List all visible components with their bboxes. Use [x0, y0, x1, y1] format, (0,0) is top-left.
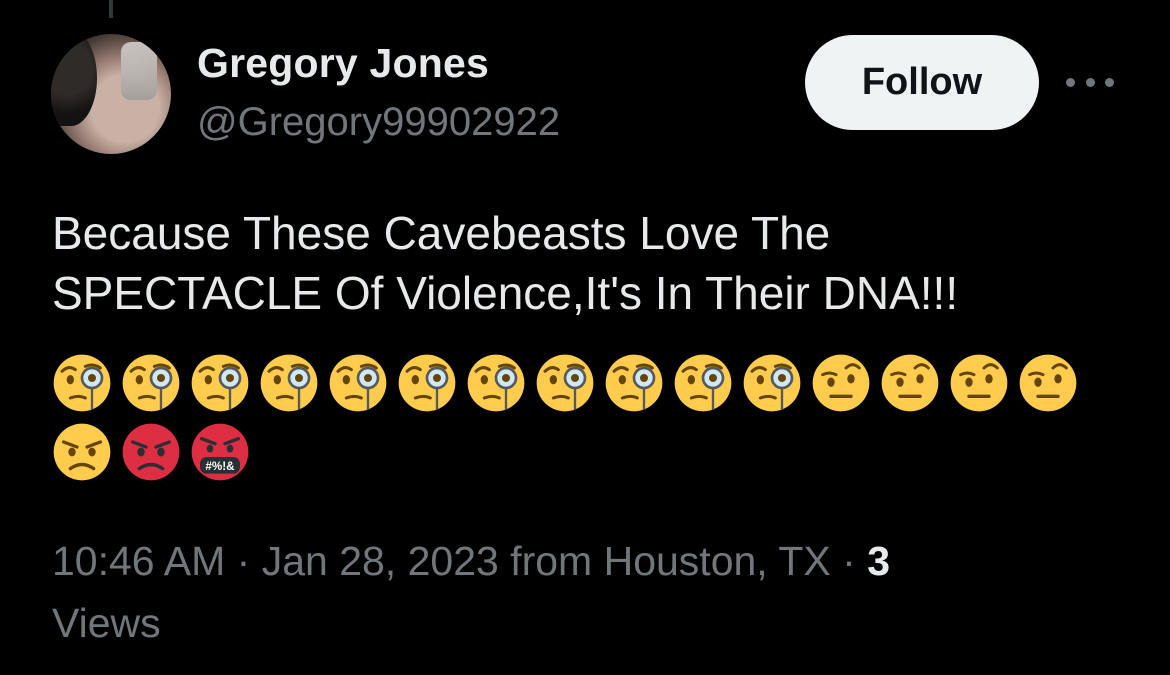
face-with-monocle-icon [743, 354, 801, 412]
emoji-row-2: #%!& [52, 422, 250, 482]
views-label: Views [52, 600, 161, 646]
meta-separator: · [236, 538, 251, 584]
follow-button[interactable]: Follow [805, 35, 1039, 130]
user-handle[interactable]: @Gregory99902922 [197, 100, 560, 145]
angry-face-icon [53, 423, 111, 481]
face-with-monocle-icon [260, 354, 318, 412]
tweet-text: Because These Cavebeasts Love The SPECTA… [52, 203, 1132, 323]
face-with-raised-eyebrow-icon [812, 354, 870, 412]
meta-separator: · [842, 538, 856, 584]
face-with-raised-eyebrow-icon [881, 354, 939, 412]
face-with-raised-eyebrow-icon [950, 354, 1008, 412]
more-horizontal-icon[interactable] [1066, 74, 1114, 90]
more-dot [1085, 77, 1095, 87]
more-dot [1066, 77, 1075, 87]
tweet-time[interactable]: 10:46 AM [52, 538, 225, 584]
face-with-monocle-icon [53, 354, 111, 412]
face-with-symbols-on-mouth-icon: #%!& [191, 423, 249, 481]
face-with-monocle-icon [398, 354, 456, 412]
views-count: 3 [867, 538, 891, 584]
face-with-monocle-icon [329, 354, 387, 412]
face-with-monocle-icon [191, 354, 249, 412]
pouting-face-icon [122, 423, 180, 481]
tweet-text-line-2: SPECTACLE Of Violence,It's In Their DNA!… [52, 267, 959, 319]
tweet-source-location: from Houston, TX [510, 538, 831, 584]
avatar-hair [51, 34, 97, 126]
tweet-date[interactable]: Jan 28, 2023 [262, 538, 499, 584]
tweet-metadata: 10:46 AM · Jan 28, 2023 from Houston, TX… [52, 530, 1052, 654]
more-dot [1105, 77, 1114, 87]
thread-connector-line [109, 0, 113, 18]
face-with-raised-eyebrow-icon [1019, 354, 1077, 412]
face-with-monocle-icon [605, 354, 663, 412]
face-with-monocle-icon [122, 354, 180, 412]
tweet-text-line-1: Because These Cavebeasts Love The [52, 207, 831, 259]
avatar-background-window [121, 42, 157, 100]
face-with-monocle-icon [674, 354, 732, 412]
face-with-monocle-icon [467, 354, 525, 412]
symbols-text: #%!& [205, 460, 235, 473]
avatar[interactable] [51, 34, 171, 154]
face-with-monocle-icon [536, 354, 594, 412]
display-name[interactable]: Gregory Jones [197, 40, 489, 87]
emoji-row-1 [52, 353, 1078, 413]
